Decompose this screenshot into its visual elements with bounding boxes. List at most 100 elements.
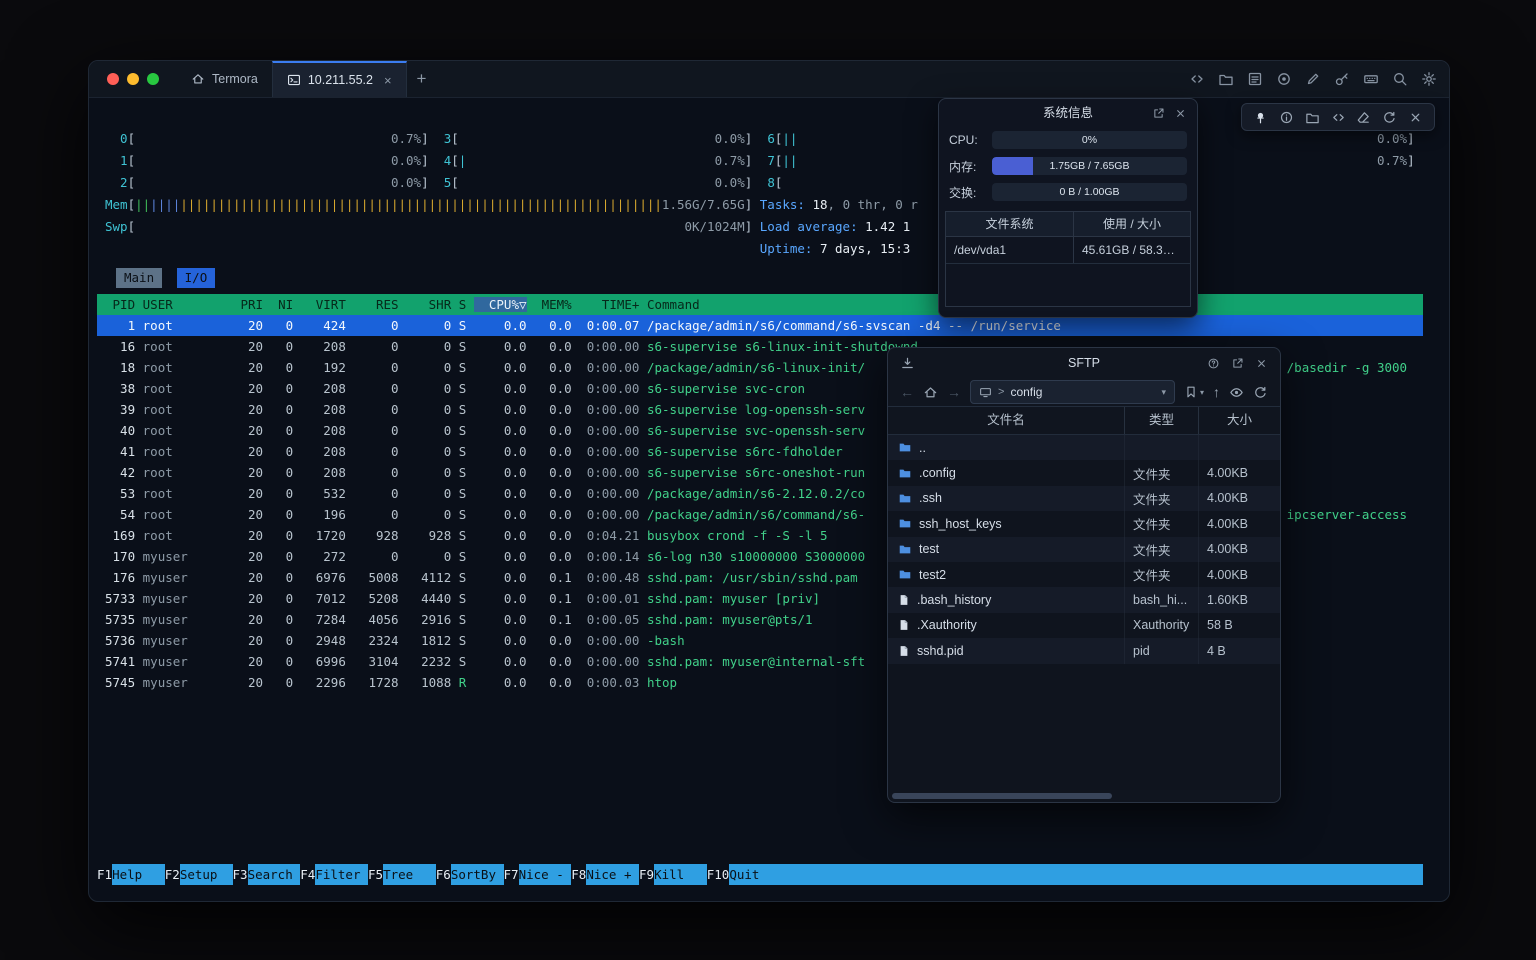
chevron-down-icon[interactable]: ▾ [1161,387,1166,398]
swap-usage-row: 交换: 0 B / 1.00GB [939,179,1197,205]
fkey-label[interactable]: Nice - [519,864,572,885]
show-hidden-eye-icon[interactable] [1229,385,1244,400]
fkey-number: F5 [368,864,383,885]
tab-session[interactable]: 10.211.55.2 × [272,61,407,97]
process-table-header[interactable]: PID USER PRI NI VIRT RES SHR S CPU%▽ MEM… [97,294,1423,315]
popout-icon[interactable] [1231,357,1244,370]
code-icon[interactable] [1331,110,1346,125]
zoom-window-button[interactable] [147,73,159,85]
sftp-table-header: 文件名 类型 大小 [888,406,1280,435]
memory-progress-bar: 1.75GB / 7.65GB [992,157,1187,175]
popout-icon[interactable] [1152,107,1165,120]
file-row[interactable]: .bash_historybash_hi...1.60KB [888,587,1280,612]
refresh-icon[interactable] [1382,110,1397,125]
up-directory-icon[interactable]: ↑ [1213,385,1220,399]
file-row[interactable]: test2文件夹4.00KB [888,562,1280,587]
screen-tab-io[interactable]: I/O [177,268,216,288]
cpu-meter-line: 0[ 0.7%] 3[ 0.0%] 6[|| 0.0%] [97,128,1423,150]
bookmark-icon[interactable] [1184,385,1198,399]
folder-icon [898,467,912,480]
file-row[interactable]: sshd.pidpid4 B [888,638,1280,663]
file-name: .ssh [919,491,942,505]
cpu-progress-text: 0% [992,131,1187,149]
search-icon[interactable] [1392,71,1408,87]
file-row[interactable]: .. [888,435,1280,460]
titlebar: Termora 10.211.55.2 × + [89,61,1449,98]
forward-icon[interactable]: → [947,385,961,399]
code-icon[interactable] [1189,71,1205,87]
new-tab-button[interactable]: + [407,61,437,97]
file-type: bash_hi... [1125,587,1199,612]
folder-icon[interactable] [1218,71,1234,87]
fkey-label[interactable]: Setup [180,864,233,885]
filename-column-header[interactable]: 文件名 [888,407,1125,434]
file-size [1199,435,1280,460]
close-window-button[interactable] [107,73,119,85]
fkey-label[interactable]: Help [112,864,165,885]
fkey-label[interactable]: SortBy [451,864,504,885]
close-icon[interactable] [1255,357,1268,370]
file-row[interactable]: .ssh文件夹4.00KB [888,486,1280,511]
file-row[interactable]: test文件夹4.00KB [888,537,1280,562]
type-column-header[interactable]: 类型 [1125,407,1199,434]
cpu-progress-bar: 0% [992,131,1187,149]
fkey-label[interactable]: Tree [383,864,436,885]
fkey-label[interactable]: Filter [315,864,368,885]
help-icon[interactable] [1207,357,1220,370]
minimize-window-button[interactable] [127,73,139,85]
path-breadcrumb[interactable]: > config ▾ [970,380,1175,404]
back-icon[interactable]: ← [900,385,914,399]
terminal-float-toolbar [1241,103,1435,131]
settings-icon[interactable] [1421,71,1437,87]
memory-label: 内存: [949,158,992,175]
info-icon[interactable] [1279,110,1294,125]
fkey-number: F10 [707,864,730,885]
file-name: .. [919,441,926,455]
keyboard-icon[interactable] [1363,71,1379,87]
filesystem-row[interactable]: /dev/vda1 45.61GB / 58.3… [946,237,1190,264]
titlebar-actions [1189,61,1449,97]
close-icon[interactable] [1408,110,1423,125]
fkey-label[interactable]: Kill [654,864,707,885]
file-row[interactable]: .XauthorityXauthority58 B [888,613,1280,638]
breadcrumb-separator: > [998,386,1004,398]
tab-strip: Termora 10.211.55.2 × [177,61,407,97]
folder-icon [898,568,912,581]
folder-icon [898,441,912,454]
system-info-panel: 系统信息 CPU: 0% 内存: 1.75GB / 7.65GB 交换: 0 B… [938,98,1198,318]
filesystem-usage: 45.61GB / 58.3… [1073,237,1190,263]
file-icon [898,593,910,607]
process-row[interactable]: 1 root 20 0 424 0 0 S 0.0 0.0 0:00.07 /p… [97,315,1423,336]
log-icon[interactable] [1247,71,1263,87]
file-type: pid [1125,638,1199,663]
fkey-number: F6 [436,864,451,885]
scrollbar-thumb[interactable] [892,793,1112,799]
size-column-header[interactable]: 大小 [1199,407,1280,434]
bookmark-control[interactable]: ▾ [1184,385,1204,399]
fkey-number: F4 [300,864,315,885]
record-icon[interactable] [1276,71,1292,87]
fkey-label[interactable]: Nice + [586,864,639,885]
tab-termora-home[interactable]: Termora [177,61,272,97]
swap-progress-bar: 0 B / 1.00GB [992,183,1187,201]
eraser-icon[interactable] [1356,110,1371,125]
folder-icon[interactable] [1305,110,1320,125]
file-name: .config [919,466,956,480]
file-size: 4.00KB [1199,486,1280,511]
close-tab-icon[interactable]: × [384,73,392,88]
file-row[interactable]: .config文件夹4.00KB [888,460,1280,485]
screen-tab-main[interactable]: Main [116,268,162,288]
home-icon [191,72,205,86]
fkey-label[interactable]: Quit [729,864,782,885]
breadcrumb-segment[interactable]: config [1010,385,1042,399]
key-icon[interactable] [1334,71,1350,87]
edit-icon[interactable] [1305,71,1321,87]
chevron-down-icon[interactable]: ▾ [1200,388,1204,397]
pin-icon[interactable] [1253,110,1268,125]
close-icon[interactable] [1174,107,1187,120]
file-row[interactable]: ssh_host_keys文件夹4.00KB [888,511,1280,536]
refresh-icon[interactable] [1253,385,1268,400]
fkey-label[interactable]: Search [248,864,301,885]
home-icon[interactable] [923,385,938,400]
file-type: 文件夹 [1125,562,1199,587]
